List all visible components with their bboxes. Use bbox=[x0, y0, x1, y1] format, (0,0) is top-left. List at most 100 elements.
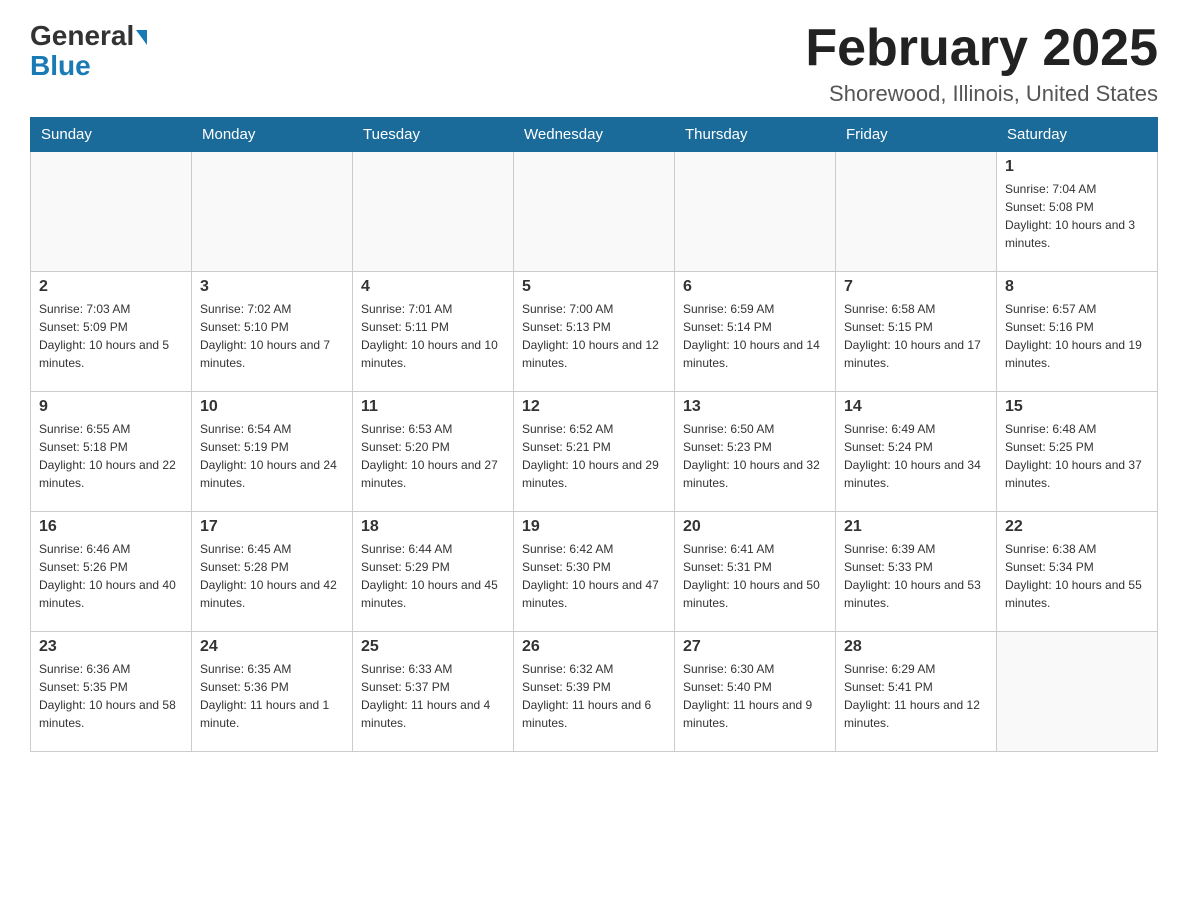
calendar-cell bbox=[675, 152, 836, 272]
calendar-cell: 13 Sunrise: 6:50 AM Sunset: 5:23 PM Dayli… bbox=[675, 392, 836, 512]
day-info: Sunrise: 6:39 AM Sunset: 5:33 PM Dayligh… bbox=[844, 540, 988, 612]
calendar-table: SundayMondayTuesdayWednesdayThursdayFrid… bbox=[30, 117, 1158, 752]
day-number: 21 bbox=[844, 518, 988, 536]
logo-general-text: General bbox=[30, 20, 134, 52]
calendar-cell bbox=[997, 632, 1158, 752]
day-info: Sunrise: 7:00 AM Sunset: 5:13 PM Dayligh… bbox=[522, 300, 666, 372]
day-info: Sunrise: 7:01 AM Sunset: 5:11 PM Dayligh… bbox=[361, 300, 505, 372]
weekday-header-thursday: Thursday bbox=[675, 118, 836, 152]
calendar-body: 1 Sunrise: 7:04 AM Sunset: 5:08 PM Daylig… bbox=[31, 152, 1158, 752]
calendar-week-row: 1 Sunrise: 7:04 AM Sunset: 5:08 PM Daylig… bbox=[31, 152, 1158, 272]
day-number: 13 bbox=[683, 398, 827, 416]
calendar-cell: 17 Sunrise: 6:45 AM Sunset: 5:28 PM Dayli… bbox=[192, 512, 353, 632]
logo-blue-text: Blue bbox=[30, 50, 91, 82]
calendar-cell: 14 Sunrise: 6:49 AM Sunset: 5:24 PM Dayli… bbox=[836, 392, 997, 512]
calendar-cell: 2Sunrise: 7:03 AM Sunset: 5:09 PM Daylig… bbox=[31, 272, 192, 392]
day-info: Sunrise: 6:52 AM Sunset: 5:21 PM Dayligh… bbox=[522, 420, 666, 492]
day-info: Sunrise: 6:45 AM Sunset: 5:28 PM Dayligh… bbox=[200, 540, 344, 612]
day-info: Sunrise: 6:42 AM Sunset: 5:30 PM Dayligh… bbox=[522, 540, 666, 612]
calendar-cell: 5 Sunrise: 7:00 AM Sunset: 5:13 PM Daylig… bbox=[514, 272, 675, 392]
day-info: Sunrise: 6:53 AM Sunset: 5:20 PM Dayligh… bbox=[361, 420, 505, 492]
day-number: 16 bbox=[39, 518, 183, 536]
day-info: Sunrise: 6:50 AM Sunset: 5:23 PM Dayligh… bbox=[683, 420, 827, 492]
calendar-cell: 27 Sunrise: 6:30 AM Sunset: 5:40 PM Dayli… bbox=[675, 632, 836, 752]
day-info: Sunrise: 6:38 AM Sunset: 5:34 PM Dayligh… bbox=[1005, 540, 1149, 612]
calendar-cell: 6Sunrise: 6:59 AM Sunset: 5:14 PM Daylig… bbox=[675, 272, 836, 392]
day-number: 28 bbox=[844, 638, 988, 656]
calendar-week-row: 23 Sunrise: 6:36 AM Sunset: 5:35 PM Dayli… bbox=[31, 632, 1158, 752]
calendar-cell: 7 Sunrise: 6:58 AM Sunset: 5:15 PM Daylig… bbox=[836, 272, 997, 392]
day-number: 12 bbox=[522, 398, 666, 416]
calendar-week-row: 9Sunrise: 6:55 AM Sunset: 5:18 PM Daylig… bbox=[31, 392, 1158, 512]
calendar-cell bbox=[353, 152, 514, 272]
calendar-cell: 3 Sunrise: 7:02 AM Sunset: 5:10 PM Daylig… bbox=[192, 272, 353, 392]
day-info: Sunrise: 6:59 AM Sunset: 5:14 PM Dayligh… bbox=[683, 300, 827, 372]
day-number: 25 bbox=[361, 638, 505, 656]
day-number: 15 bbox=[1005, 398, 1149, 416]
day-info: Sunrise: 7:04 AM Sunset: 5:08 PM Dayligh… bbox=[1005, 180, 1149, 252]
day-info: Sunrise: 6:48 AM Sunset: 5:25 PM Dayligh… bbox=[1005, 420, 1149, 492]
day-info: Sunrise: 6:55 AM Sunset: 5:18 PM Dayligh… bbox=[39, 420, 183, 492]
calendar-cell: 4 Sunrise: 7:01 AM Sunset: 5:11 PM Daylig… bbox=[353, 272, 514, 392]
day-info: Sunrise: 6:32 AM Sunset: 5:39 PM Dayligh… bbox=[522, 660, 666, 732]
day-number: 4 bbox=[361, 278, 505, 296]
day-number: 23 bbox=[39, 638, 183, 656]
day-info: Sunrise: 6:29 AM Sunset: 5:41 PM Dayligh… bbox=[844, 660, 988, 732]
weekday-header-wednesday: Wednesday bbox=[514, 118, 675, 152]
day-info: Sunrise: 6:54 AM Sunset: 5:19 PM Dayligh… bbox=[200, 420, 344, 492]
calendar-cell: 25Sunrise: 6:33 AM Sunset: 5:37 PM Dayli… bbox=[353, 632, 514, 752]
calendar-header: SundayMondayTuesdayWednesdayThursdayFrid… bbox=[31, 118, 1158, 152]
calendar-cell: 1 Sunrise: 7:04 AM Sunset: 5:08 PM Daylig… bbox=[997, 152, 1158, 272]
calendar-week-row: 2Sunrise: 7:03 AM Sunset: 5:09 PM Daylig… bbox=[31, 272, 1158, 392]
weekday-header-friday: Friday bbox=[836, 118, 997, 152]
day-info: Sunrise: 6:36 AM Sunset: 5:35 PM Dayligh… bbox=[39, 660, 183, 732]
day-number: 22 bbox=[1005, 518, 1149, 536]
calendar-cell: 18Sunrise: 6:44 AM Sunset: 5:29 PM Dayli… bbox=[353, 512, 514, 632]
calendar-cell bbox=[31, 152, 192, 272]
day-number: 7 bbox=[844, 278, 988, 296]
calendar-cell: 23 Sunrise: 6:36 AM Sunset: 5:35 PM Dayli… bbox=[31, 632, 192, 752]
day-number: 3 bbox=[200, 278, 344, 296]
day-info: Sunrise: 6:35 AM Sunset: 5:36 PM Dayligh… bbox=[200, 660, 344, 732]
day-number: 1 bbox=[1005, 158, 1149, 176]
title-section: February 2025 Shorewood, Illinois, Unite… bbox=[805, 20, 1158, 107]
calendar-cell: 9Sunrise: 6:55 AM Sunset: 5:18 PM Daylig… bbox=[31, 392, 192, 512]
page-header: General Blue February 2025 Shorewood, Il… bbox=[30, 20, 1158, 107]
calendar-cell bbox=[514, 152, 675, 272]
calendar-cell: 8Sunrise: 6:57 AM Sunset: 5:16 PM Daylig… bbox=[997, 272, 1158, 392]
calendar-cell bbox=[192, 152, 353, 272]
day-info: Sunrise: 6:49 AM Sunset: 5:24 PM Dayligh… bbox=[844, 420, 988, 492]
day-info: Sunrise: 6:30 AM Sunset: 5:40 PM Dayligh… bbox=[683, 660, 827, 732]
calendar-cell bbox=[836, 152, 997, 272]
day-number: 18 bbox=[361, 518, 505, 536]
calendar-cell: 22 Sunrise: 6:38 AM Sunset: 5:34 PM Dayli… bbox=[997, 512, 1158, 632]
weekday-header-monday: Monday bbox=[192, 118, 353, 152]
day-info: Sunrise: 6:41 AM Sunset: 5:31 PM Dayligh… bbox=[683, 540, 827, 612]
day-number: 17 bbox=[200, 518, 344, 536]
day-number: 10 bbox=[200, 398, 344, 416]
logo-triangle-icon bbox=[136, 30, 147, 45]
calendar-cell: 24 Sunrise: 6:35 AM Sunset: 5:36 PM Dayli… bbox=[192, 632, 353, 752]
weekday-header-saturday: Saturday bbox=[997, 118, 1158, 152]
calendar-cell: 21 Sunrise: 6:39 AM Sunset: 5:33 PM Dayli… bbox=[836, 512, 997, 632]
day-number: 5 bbox=[522, 278, 666, 296]
day-number: 14 bbox=[844, 398, 988, 416]
calendar-cell: 20 Sunrise: 6:41 AM Sunset: 5:31 PM Dayli… bbox=[675, 512, 836, 632]
day-info: Sunrise: 6:46 AM Sunset: 5:26 PM Dayligh… bbox=[39, 540, 183, 612]
day-number: 19 bbox=[522, 518, 666, 536]
day-info: Sunrise: 6:58 AM Sunset: 5:15 PM Dayligh… bbox=[844, 300, 988, 372]
day-number: 27 bbox=[683, 638, 827, 656]
day-info: Sunrise: 7:02 AM Sunset: 5:10 PM Dayligh… bbox=[200, 300, 344, 372]
calendar-cell: 12 Sunrise: 6:52 AM Sunset: 5:21 PM Dayli… bbox=[514, 392, 675, 512]
calendar-week-row: 16 Sunrise: 6:46 AM Sunset: 5:26 PM Dayli… bbox=[31, 512, 1158, 632]
day-info: Sunrise: 6:57 AM Sunset: 5:16 PM Dayligh… bbox=[1005, 300, 1149, 372]
calendar-cell: 11Sunrise: 6:53 AM Sunset: 5:20 PM Dayli… bbox=[353, 392, 514, 512]
weekday-header-row: SundayMondayTuesdayWednesdayThursdayFrid… bbox=[31, 118, 1158, 152]
day-number: 24 bbox=[200, 638, 344, 656]
month-year-title: February 2025 bbox=[805, 20, 1158, 77]
day-info: Sunrise: 7:03 AM Sunset: 5:09 PM Dayligh… bbox=[39, 300, 183, 372]
calendar-cell: 10 Sunrise: 6:54 AM Sunset: 5:19 PM Dayli… bbox=[192, 392, 353, 512]
calendar-cell: 15 Sunrise: 6:48 AM Sunset: 5:25 PM Dayli… bbox=[997, 392, 1158, 512]
calendar-cell: 16 Sunrise: 6:46 AM Sunset: 5:26 PM Dayli… bbox=[31, 512, 192, 632]
day-number: 20 bbox=[683, 518, 827, 536]
